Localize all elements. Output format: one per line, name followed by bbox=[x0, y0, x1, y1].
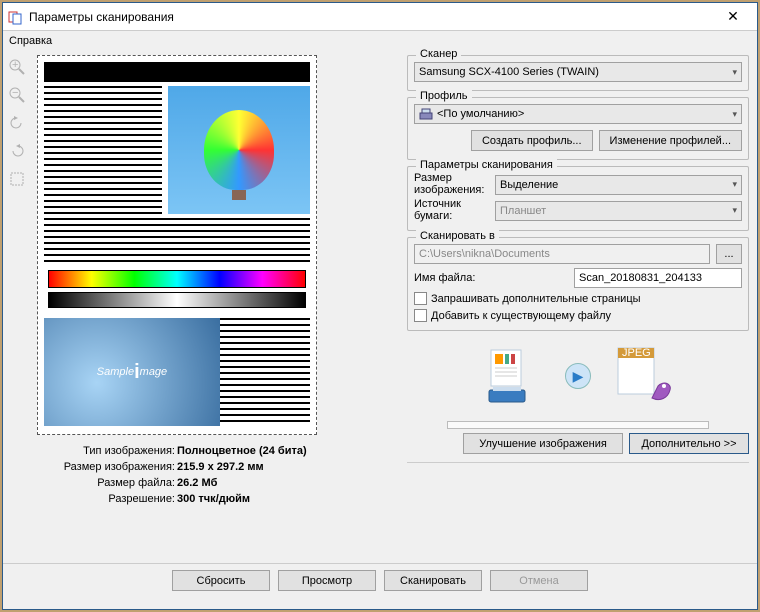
enhance-button[interactable]: Улучшение изображения bbox=[463, 433, 623, 454]
footer-buttons: Сбросить Просмотр Сканировать Отмена bbox=[3, 563, 757, 593]
profile-select-value: <По умолчанию> bbox=[437, 108, 524, 120]
info-imgsize-label: Размер изображения: bbox=[37, 461, 177, 477]
append-file-label: Добавить к существующему файлу bbox=[431, 310, 611, 322]
scanner-select[interactable]: Samsung SCX-4100 Series (TWAIN) bbox=[414, 62, 742, 82]
paper-source-select: Планшет bbox=[495, 201, 742, 221]
workflow-diagram: ▶ JPEG bbox=[407, 341, 749, 411]
output-diagram-icon[interactable]: JPEG bbox=[611, 341, 681, 411]
app-icon bbox=[7, 9, 23, 25]
scan-path-field: C:\Users\nikna\Documents bbox=[414, 244, 710, 264]
browse-button[interactable]: ... bbox=[716, 244, 742, 264]
info-panel: Тип изображения:Полноцветное (24 бита) Р… bbox=[37, 445, 317, 509]
arrow-icon: ▶ bbox=[565, 363, 591, 389]
preview-frame[interactable]: Sample image bbox=[37, 55, 317, 435]
scan-params-group-title: Параметры сканирования bbox=[416, 159, 557, 171]
profile-group: Профиль <По умолчанию> Создать профиль..… bbox=[407, 97, 749, 160]
scanner-diagram-icon[interactable] bbox=[475, 341, 545, 411]
info-res-label: Разрешение: bbox=[37, 493, 177, 509]
append-file-checkbox[interactable] bbox=[414, 309, 427, 322]
filename-label: Имя файла: bbox=[414, 272, 489, 284]
preview-button[interactable]: Просмотр bbox=[278, 570, 376, 591]
scanner-select-value: Samsung SCX-4100 Series (TWAIN) bbox=[419, 66, 599, 78]
ask-more-pages-label: Запрашивать дополнительные страницы bbox=[431, 293, 641, 305]
content-area: + − Samp bbox=[3, 51, 757, 561]
ask-more-pages-checkbox[interactable] bbox=[414, 292, 427, 305]
scanner-group: Сканер Samsung SCX-4100 Series (TWAIN) bbox=[407, 55, 749, 91]
svg-text:−: − bbox=[12, 87, 18, 99]
scan-params-group: Параметры сканирования Размер изображени… bbox=[407, 166, 749, 231]
sample-image-label: Sample image bbox=[44, 318, 220, 426]
crop-icon[interactable] bbox=[5, 167, 29, 191]
filename-input[interactable]: Scan_20180831_204133 bbox=[574, 268, 742, 288]
cancel-button: Отмена bbox=[490, 570, 588, 591]
scan-settings-window: Параметры сканирования ✕ Справка + − bbox=[2, 2, 758, 610]
left-pane: + − Samp bbox=[3, 51, 403, 561]
title-bar[interactable]: Параметры сканирования ✕ bbox=[3, 3, 757, 31]
image-size-label: Размер изображения: bbox=[414, 173, 489, 196]
profile-select[interactable]: <По умолчанию> bbox=[414, 104, 742, 124]
right-pane: Сканер Samsung SCX-4100 Series (TWAIN) П… bbox=[403, 51, 757, 561]
profile-icon bbox=[419, 107, 433, 121]
svg-text:+: + bbox=[12, 59, 18, 71]
profile-group-title: Профиль bbox=[416, 90, 472, 102]
paper-source-label: Источник бумаги: bbox=[414, 199, 489, 222]
scan-path-value: C:\Users\nikna\Documents bbox=[419, 248, 550, 260]
scan-to-group: Сканировать в C:\Users\nikna\Documents .… bbox=[407, 237, 749, 331]
edit-profiles-button[interactable]: Изменение профилей... bbox=[599, 130, 742, 151]
filename-value: Scan_20180831_204133 bbox=[579, 272, 702, 284]
info-type-value: Полноцветное (24 бита) bbox=[177, 445, 307, 461]
scan-to-group-title: Сканировать в bbox=[416, 230, 499, 242]
menu-bar: Справка bbox=[3, 31, 757, 51]
info-res-value: 300 тчк/дюйм bbox=[177, 493, 250, 509]
sample-text-post: mage bbox=[140, 366, 168, 378]
info-filesize-value: 26.2 Мб bbox=[177, 477, 217, 493]
zoom-in-icon[interactable]: + bbox=[5, 55, 29, 79]
sample-text-pre: Sample bbox=[97, 366, 134, 378]
preview-zone: Sample image Тип изображения:Полноцветно… bbox=[33, 51, 403, 561]
image-size-value: Выделение bbox=[500, 179, 558, 191]
paper-source-value: Планшет bbox=[500, 205, 546, 217]
window-title: Параметры сканирования bbox=[29, 10, 713, 24]
zoom-out-icon[interactable]: − bbox=[5, 83, 29, 107]
scanner-group-title: Сканер bbox=[416, 48, 461, 60]
progress-bar bbox=[447, 421, 709, 429]
toolbar: + − bbox=[3, 51, 33, 561]
scan-button[interactable]: Сканировать bbox=[384, 570, 482, 591]
info-type-label: Тип изображения: bbox=[37, 445, 177, 461]
close-button[interactable]: ✕ bbox=[713, 6, 753, 28]
menu-help[interactable]: Справка bbox=[9, 35, 52, 47]
image-size-select[interactable]: Выделение bbox=[495, 175, 742, 195]
reset-button[interactable]: Сбросить bbox=[172, 570, 270, 591]
info-filesize-label: Размер файла: bbox=[37, 477, 177, 493]
create-profile-button[interactable]: Создать профиль... bbox=[471, 130, 593, 151]
preview-image: Sample image bbox=[38, 56, 316, 434]
more-options-button[interactable]: Дополнительно >> bbox=[629, 433, 749, 454]
output-format-badge: JPEG bbox=[622, 347, 651, 359]
rotate-left-icon[interactable] bbox=[5, 111, 29, 135]
rotate-right-icon[interactable] bbox=[5, 139, 29, 163]
info-imgsize-value: 215.9 x 297.2 мм bbox=[177, 461, 264, 477]
